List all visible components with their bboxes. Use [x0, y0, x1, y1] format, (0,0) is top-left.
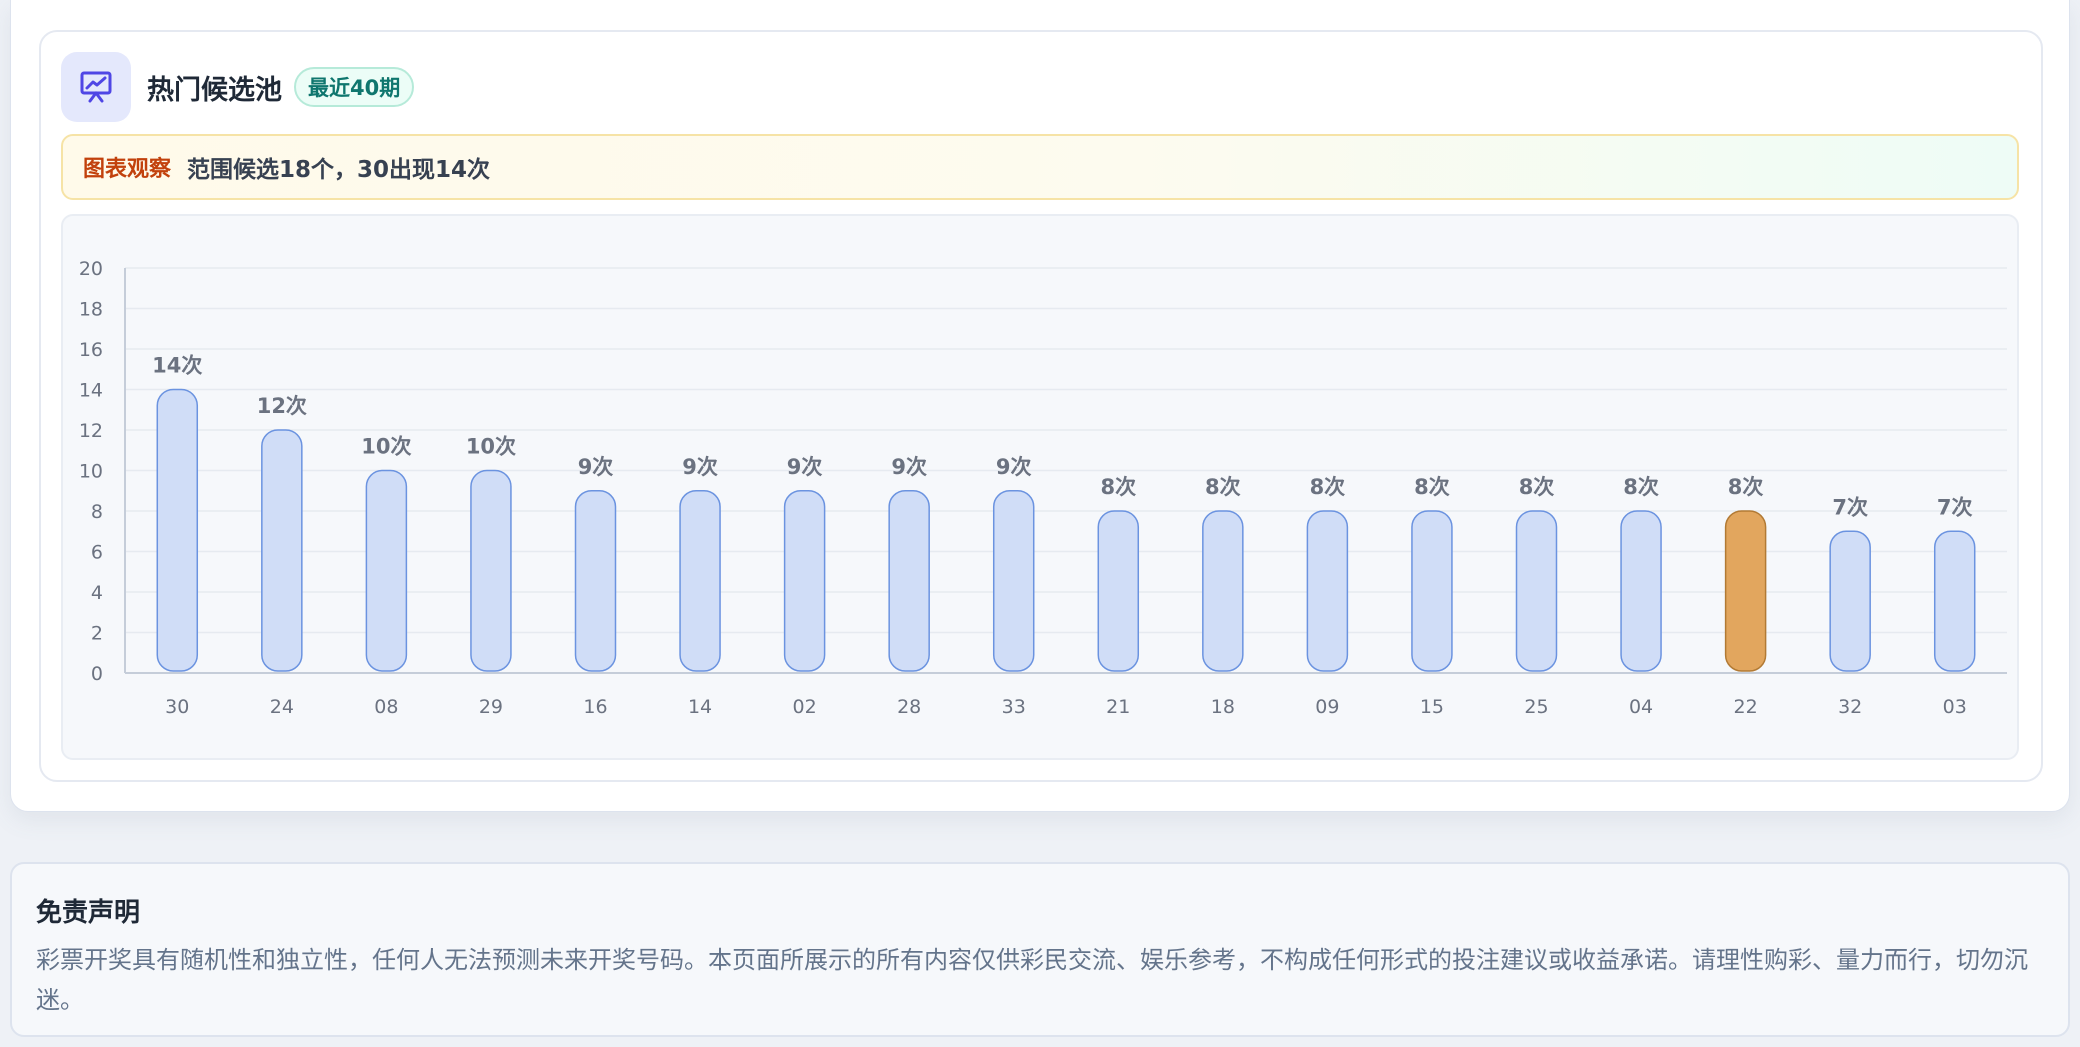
- disclaimer-title: 免责声明: [36, 898, 141, 928]
- x-tick-label: 28: [897, 696, 921, 718]
- x-tick-label: 21: [1106, 696, 1130, 718]
- bar-02: [783, 490, 826, 672]
- bar-value-label: 9次: [996, 455, 1032, 479]
- y-tick-label: 0: [91, 663, 103, 685]
- bar-14: [679, 490, 721, 672]
- bar-value-label: 12次: [257, 394, 307, 418]
- bar-value-label: 7次: [1832, 495, 1868, 519]
- bar-32: [1829, 530, 1871, 672]
- y-tick-label: 8: [91, 501, 103, 523]
- bar-08: [365, 469, 408, 672]
- x-tick-label: 32: [1838, 696, 1862, 718]
- y-tick-label: 12: [79, 420, 103, 442]
- bar-value-label: 10次: [361, 435, 411, 459]
- bar-24: [261, 429, 303, 672]
- bar-value-label: 14次: [152, 354, 202, 378]
- disclaimer-text: 彩票开奖具有随机性和独立性，任何人无法预测未来开奖号码。本页面所展示的所有内容仅…: [36, 946, 2028, 1014]
- bar-value-label: 8次: [1623, 475, 1659, 499]
- hot-pool-panel: 热门候选池 最近40期 图表观察 范围候选18个，30出现14次 0 2 4 6 8 10…: [39, 30, 2043, 782]
- x-tick-label: 08: [374, 696, 398, 718]
- x-tick-label: 29: [479, 696, 503, 718]
- y-tick-label: 20: [79, 258, 103, 280]
- bar-15: [1411, 510, 1453, 672]
- x-tick-label: 30: [165, 696, 189, 718]
- panel-header: 热门候选池 最近40期: [61, 52, 415, 122]
- x-tick-label: 25: [1524, 696, 1548, 718]
- bar-16: [574, 490, 617, 672]
- x-tick-label: 02: [793, 696, 817, 718]
- chart-area: 0 2 4 6 8 10 12 14 16 18 20 14次 30 12次 24 10次 08 10次 29 9次 1…: [61, 214, 2019, 760]
- bar-29: [470, 469, 512, 672]
- y-tick-label: 6: [91, 542, 103, 564]
- y-tick-label: 4: [91, 582, 103, 604]
- observation-tag: 图表观察: [83, 157, 172, 182]
- chart-presentation-icon: [61, 52, 131, 122]
- bar-09: [1306, 510, 1349, 672]
- bar-value-label: 8次: [1205, 475, 1241, 499]
- bar-value-label: 10次: [466, 435, 516, 459]
- x-tick-label: 03: [1943, 696, 1967, 718]
- x-tick-label: 09: [1315, 696, 1339, 718]
- x-tick-label: 16: [583, 696, 607, 718]
- bar-value-label: 8次: [1728, 475, 1764, 499]
- bar-value-label: 9次: [578, 455, 614, 479]
- bar-value-label: 8次: [1100, 475, 1136, 499]
- x-tick-label: 24: [270, 696, 294, 718]
- bar-value-label: 9次: [891, 455, 927, 479]
- x-tick-label: 15: [1420, 696, 1444, 718]
- period-badge: 最近40期: [294, 67, 415, 107]
- bar-value-label: 8次: [1414, 475, 1450, 499]
- x-tick-label: 22: [1734, 696, 1758, 718]
- y-tick-label: 16: [79, 339, 103, 361]
- y-tick-label: 18: [79, 299, 103, 321]
- panel-title: 热门候选池: [147, 74, 282, 106]
- bar-18: [1202, 510, 1244, 672]
- y-tick-label: 2: [91, 623, 103, 645]
- hot-pool-card: 热门候选池 最近40期 图表观察 范围候选18个，30出现14次 0 2 4 6 8 10…: [10, 0, 2070, 812]
- disclaimer-panel: 免责声明 彩票开奖具有随机性和独立性，任何人无法预测未来开奖号码。本页面所展示的…: [10, 862, 2070, 1037]
- bar-value-label: 7次: [1937, 495, 1973, 519]
- bar-25: [1515, 510, 1558, 672]
- y-tick-label: 14: [79, 380, 103, 402]
- x-tick-label: 33: [1002, 696, 1026, 718]
- bar-chart: 0246810121416182014次3012次2410次0810次299次1…: [79, 258, 2007, 718]
- x-tick-label: 14: [688, 696, 712, 718]
- bar-03: [1933, 530, 1976, 672]
- chart-observation: 图表观察 范围候选18个，30出现14次: [61, 134, 2019, 200]
- y-tick-label: 10: [79, 461, 103, 483]
- bar-value-label: 9次: [787, 455, 823, 479]
- bar-33: [992, 490, 1035, 672]
- bar-30: [156, 388, 199, 672]
- x-tick-label: 04: [1629, 696, 1653, 718]
- bar-21: [1097, 510, 1140, 672]
- bar-04: [1620, 510, 1662, 672]
- bar-28: [888, 490, 930, 672]
- bar-value-label: 9次: [682, 455, 718, 479]
- bar-value-label: 8次: [1310, 475, 1346, 499]
- bar-22: [1724, 510, 1767, 672]
- x-tick-label: 18: [1211, 696, 1235, 718]
- bar-value-label: 8次: [1519, 475, 1555, 499]
- observation-text: 范围候选18个，30出现14次: [187, 157, 491, 183]
